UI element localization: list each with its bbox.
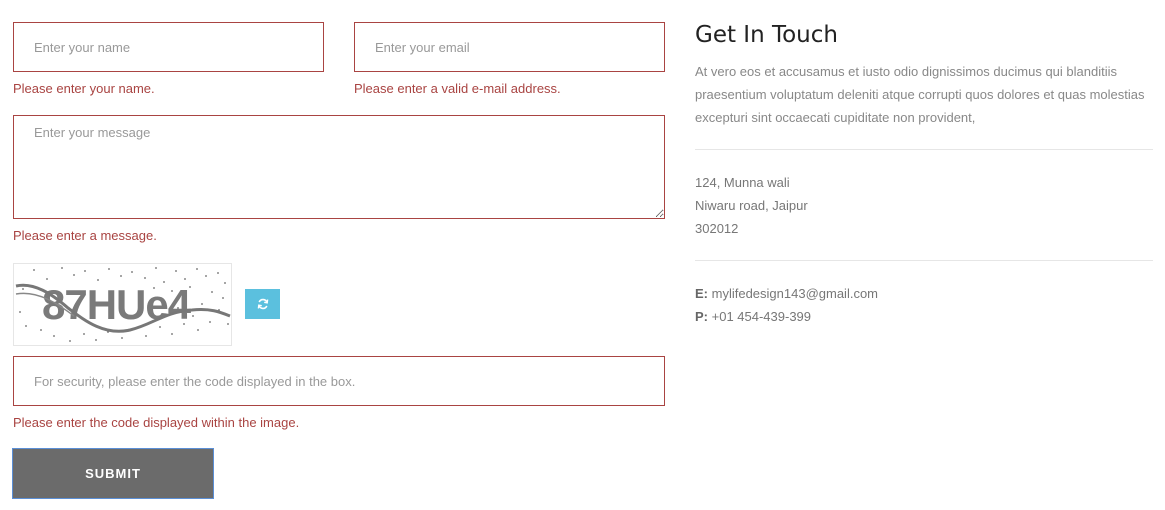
security-code-error: Please enter the code displayed within t… bbox=[13, 415, 300, 430]
phone-label: P: bbox=[695, 309, 708, 324]
email-line: E: mylifedesign143@gmail.com bbox=[695, 282, 1153, 305]
message-input[interactable] bbox=[13, 115, 665, 219]
message-error: Please enter a message. bbox=[13, 228, 157, 243]
contact-title: Get In Touch bbox=[695, 22, 838, 48]
email-label: E: bbox=[695, 286, 708, 301]
address-line: 124, Munna wali bbox=[695, 175, 790, 190]
address-line: Niwaru road, Jaipur bbox=[695, 198, 808, 213]
email-input[interactable] bbox=[354, 22, 665, 72]
name-error: Please enter your name. bbox=[13, 81, 155, 96]
email-value[interactable]: mylifedesign143@gmail.com bbox=[712, 286, 878, 301]
submit-button[interactable]: SUBMIT bbox=[12, 448, 214, 499]
address-block: 124, Munna wali Niwaru road, Jaipur 3020… bbox=[695, 171, 1153, 240]
captcha-image: 87HUe4 bbox=[13, 263, 232, 346]
contact-intro: At vero eos et accusamus et iusto odio d… bbox=[695, 64, 1145, 125]
divider bbox=[695, 260, 1153, 261]
captcha-refresh-button[interactable] bbox=[245, 289, 280, 319]
security-code-input[interactable] bbox=[13, 356, 665, 406]
address-line: 302012 bbox=[695, 221, 739, 236]
refresh-icon bbox=[257, 298, 268, 310]
email-error: Please enter a valid e-mail address. bbox=[354, 81, 561, 96]
divider bbox=[695, 149, 1153, 150]
name-input[interactable] bbox=[13, 22, 324, 72]
contact-page: Please enter your name. Please enter a v… bbox=[0, 0, 1165, 510]
phone-line: P: +01 454-439-399 bbox=[695, 305, 1153, 328]
phone-value[interactable]: +01 454-439-399 bbox=[712, 309, 811, 324]
contact-info: Get In Touch At vero eos et accusamus et… bbox=[695, 20, 1153, 328]
